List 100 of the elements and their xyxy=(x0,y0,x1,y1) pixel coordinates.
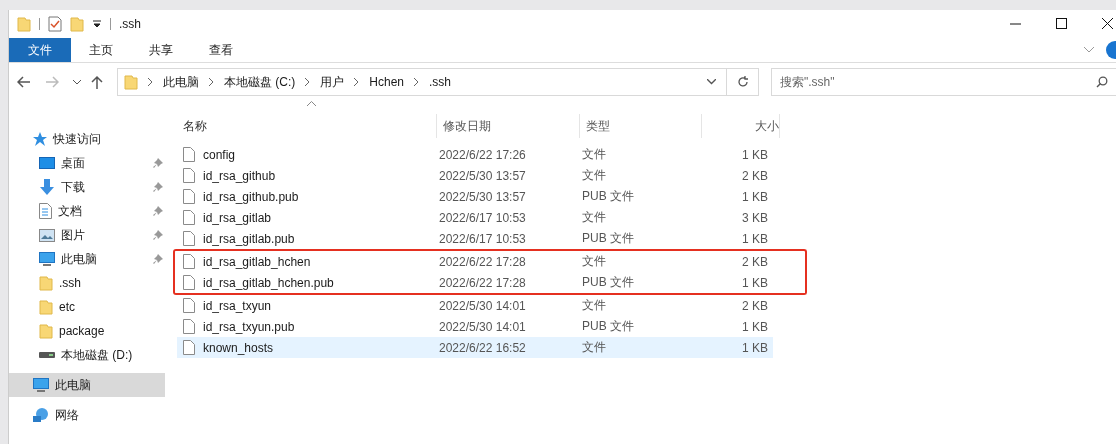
pin-icon[interactable] xyxy=(153,229,163,241)
date-cell-text: 2022/6/17 10:53 xyxy=(439,210,527,225)
ribbon-tab[interactable]: 主页 xyxy=(71,38,131,62)
type-cell-text: PUB 文件 xyxy=(582,230,635,247)
sidebar-item[interactable]: 快速访问 xyxy=(9,127,165,151)
file-icon xyxy=(183,231,195,246)
breadcrumb[interactable]: 用户 xyxy=(320,73,345,91)
breadcrumb[interactable]: Hchen xyxy=(369,75,404,89)
sidebar-item[interactable]: 图片 xyxy=(9,223,165,247)
sidebar-item[interactable]: 桌面 xyxy=(9,151,165,175)
file-name: id_rsa_gitlab xyxy=(203,210,272,225)
breadcrumb[interactable]: 本地磁盘 (C:) xyxy=(224,73,296,91)
column-header[interactable]: 修改日期 xyxy=(437,114,580,138)
date-cell-text: 2022/6/17 10:53 xyxy=(439,231,527,246)
ribbon-tab[interactable]: 查看 xyxy=(191,38,251,62)
file-icon xyxy=(183,275,195,290)
file-icon xyxy=(183,210,195,225)
breadcrumb[interactable]: 此电脑 xyxy=(163,73,199,91)
size-cell-text: 1 KB xyxy=(741,275,768,290)
type-cell-text: 文件 xyxy=(582,297,607,314)
download-arrow-icon xyxy=(39,179,55,195)
chevron-right-icon[interactable] xyxy=(305,78,311,86)
file-row[interactable]: config 2022/6/22 17:26 文件 1 KB xyxy=(177,144,773,165)
column-header[interactable]: 类型 xyxy=(580,114,702,138)
date-cell-text: 2022/5/30 14:01 xyxy=(439,319,527,334)
file-name: known_hosts xyxy=(203,340,274,355)
size-cell-text: 1 KB xyxy=(741,189,768,204)
size-cell-text: 1 KB xyxy=(741,340,768,355)
sidebar-item[interactable]: 文档 xyxy=(9,199,165,223)
file-name: id_rsa_gitlab_hchen xyxy=(203,254,311,269)
chevron-right-icon[interactable] xyxy=(148,78,153,86)
file-row[interactable]: id_rsa_github 2022/5/30 13:57 文件 2 KB xyxy=(177,165,773,186)
drive-icon xyxy=(39,351,55,359)
file-icon xyxy=(183,168,195,183)
network-icon xyxy=(33,408,49,422)
ribbon-tab[interactable]: 文件 xyxy=(9,38,71,62)
chevron-right-icon[interactable] xyxy=(354,78,360,86)
folder-icon xyxy=(124,74,138,90)
column-header[interactable]: 名称 xyxy=(177,114,437,138)
chevron-right-icon[interactable] xyxy=(414,78,419,86)
file-row[interactable]: known_hosts 2022/6/22 16:52 文件 1 KB xyxy=(177,337,773,358)
file-icon xyxy=(183,254,195,269)
picture-icon xyxy=(39,228,55,242)
address-bar[interactable]: 此电脑 本地磁盘 (C:) 用户 Hchen .ssh xyxy=(117,68,727,96)
sidebar-item[interactable]: 网络 xyxy=(9,403,165,427)
type-cell-text: 文件 xyxy=(582,209,607,226)
date-cell-text: 2022/5/30 13:57 xyxy=(439,189,527,204)
file-icon xyxy=(183,319,195,334)
sidebar-item[interactable]: 下载 xyxy=(9,175,165,199)
sidebar-item[interactable]: 本地磁盘 (D:) xyxy=(9,343,165,367)
checklist-icon[interactable] xyxy=(48,16,62,32)
chevron-down-icon[interactable] xyxy=(73,79,81,85)
type-cell-text: PUB 文件 xyxy=(582,274,635,291)
file-row[interactable]: id_rsa_txyun 2022/5/30 14:01 文件 2 KB xyxy=(177,295,773,316)
chevron-right-icon[interactable] xyxy=(209,78,214,86)
pin-icon[interactable] xyxy=(153,253,163,265)
back-icon[interactable] xyxy=(17,76,31,88)
sidebar-item[interactable]: .ssh xyxy=(9,271,165,295)
folder-icon xyxy=(39,275,53,291)
close-icon[interactable] xyxy=(1102,18,1114,30)
computer-icon xyxy=(33,378,49,392)
size-cell-text: 2 KB xyxy=(741,168,768,183)
pin-icon[interactable] xyxy=(153,205,163,217)
file-row[interactable]: id_rsa_gitlab_hchen.pub 2022/6/22 17:28 PUB 文件 1 KB xyxy=(177,272,773,293)
file-row[interactable]: id_rsa_github.pub 2022/5/30 13:57 PUB 文件 1 KB xyxy=(177,186,773,207)
file-name: id_rsa_txyun xyxy=(203,298,272,313)
sidebar-item[interactable]: 此电脑 xyxy=(9,247,165,271)
sidebar-item[interactable]: package xyxy=(9,319,165,343)
pin-icon[interactable] xyxy=(153,181,163,193)
computer-icon xyxy=(39,252,55,266)
size-cell-text: 3 KB xyxy=(741,210,768,225)
refresh-icon xyxy=(736,76,749,88)
type-cell-text: PUB 文件 xyxy=(582,188,635,205)
date-cell-text: 2022/5/30 14:01 xyxy=(439,298,527,313)
date-cell-text: 2022/6/22 16:52 xyxy=(439,340,527,355)
help-icon[interactable] xyxy=(1106,41,1116,59)
window-title: .ssh xyxy=(119,17,141,31)
size-cell-text: 1 KB xyxy=(741,147,768,162)
chevron-down-icon[interactable] xyxy=(707,79,716,85)
ribbon-tab[interactable]: 共享 xyxy=(131,38,191,62)
breadcrumb[interactable]: .ssh xyxy=(429,75,452,89)
file-row[interactable]: id_rsa_txyun.pub 2022/5/30 14:01 PUB 文件 1 KB xyxy=(177,316,773,337)
file-row[interactable]: id_rsa_gitlab.pub 2022/6/17 10:53 PUB 文件 1 KB xyxy=(177,228,773,249)
refresh-button[interactable] xyxy=(727,68,759,96)
type-cell-text: 文件 xyxy=(582,339,607,356)
star-icon xyxy=(33,132,47,146)
maximize-icon[interactable] xyxy=(1056,18,1068,30)
up-icon[interactable] xyxy=(91,75,103,89)
file-row[interactable]: id_rsa_gitlab 2022/6/17 10:53 文件 3 KB xyxy=(177,207,773,228)
pin-icon[interactable] xyxy=(153,157,163,169)
sidebar-item[interactable]: etc xyxy=(9,295,165,319)
search-field[interactable]: 搜索".ssh" xyxy=(771,68,1116,96)
dropdown-icon[interactable] xyxy=(92,19,102,29)
column-header[interactable]: 大小 xyxy=(702,114,780,138)
sidebar-item[interactable]: 此电脑 xyxy=(9,373,165,397)
file-row[interactable]: id_rsa_gitlab_hchen 2022/6/22 17:28 文件 2 KB xyxy=(177,251,773,272)
document-icon xyxy=(39,203,52,219)
size-cell-text: 2 KB xyxy=(741,254,768,269)
type-cell-text: PUB 文件 xyxy=(582,318,635,335)
type-cell-text: 文件 xyxy=(582,253,607,270)
